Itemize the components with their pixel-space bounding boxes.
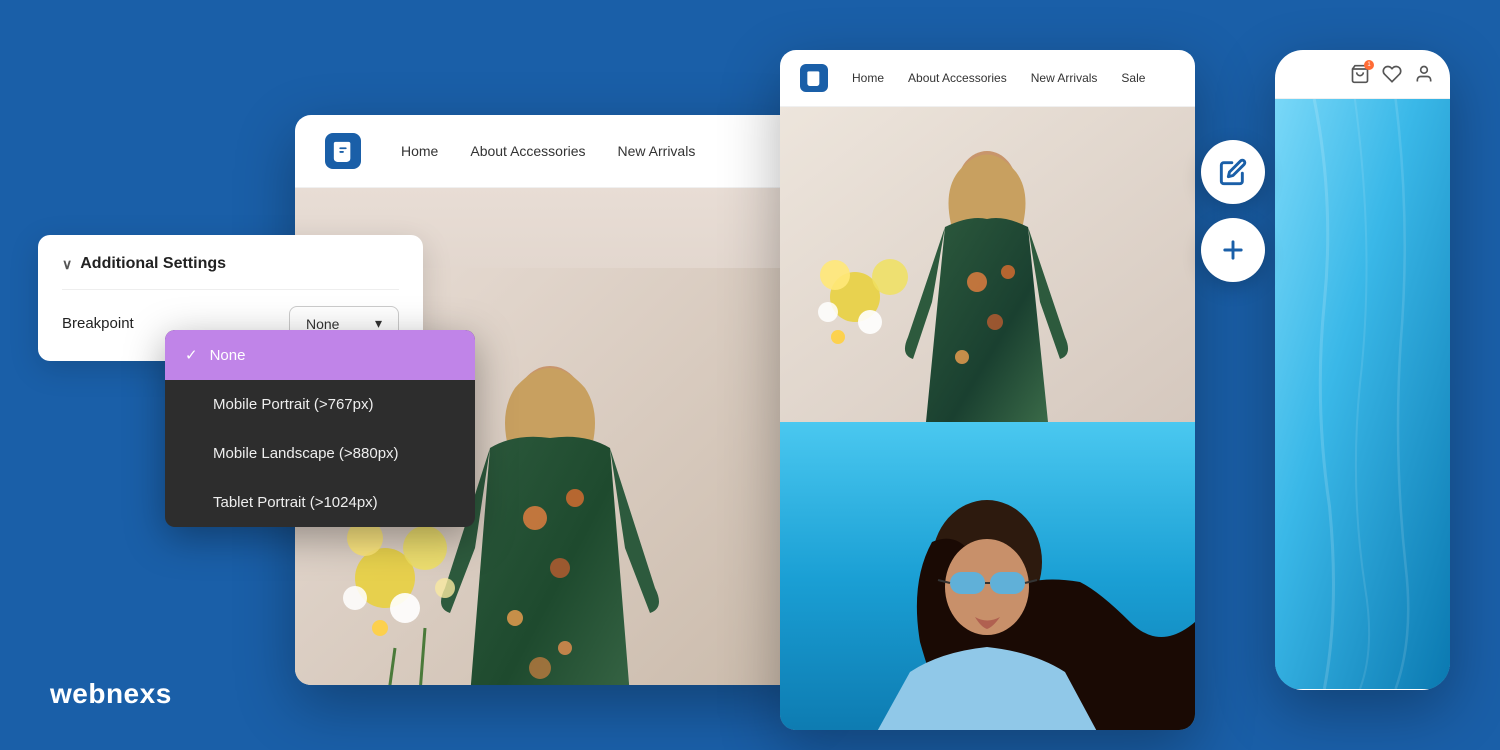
option-mobile-landscape-label: Mobile Landscape (>880px): [213, 445, 399, 462]
option-none-label: None: [210, 347, 246, 364]
dropdown-option-mobile-portrait[interactable]: Mobile Portrait (>767px): [165, 380, 475, 429]
main-browser-nav: Home About Accessories New Arrivals: [295, 115, 805, 188]
nav-about[interactable]: About Accessories: [470, 143, 585, 159]
dropdown-option-tablet-portrait[interactable]: Tablet Portrait (>1024px): [165, 478, 475, 527]
option-tablet-portrait-label: Tablet Portrait (>1024px): [213, 494, 378, 511]
right-browser-content: [780, 107, 1195, 730]
phone-fabric: [1275, 99, 1450, 689]
phone-user-icon[interactable]: [1414, 64, 1434, 84]
right-nav-about[interactable]: About Accessories: [908, 71, 1007, 85]
top-fashion-image: [780, 107, 1195, 422]
option-mobile-portrait-label: Mobile Portrait (>767px): [213, 396, 374, 413]
dropdown-option-none[interactable]: ✓ None: [165, 330, 475, 380]
dropdown-option-mobile-landscape[interactable]: Mobile Landscape (>880px): [165, 429, 475, 478]
brand-logo: webnexs: [50, 678, 172, 710]
brand-name: webnexs: [50, 678, 172, 710]
right-nav-home[interactable]: Home: [852, 71, 884, 85]
phone-hero: [1275, 99, 1450, 689]
phone-nav: 1: [1275, 50, 1450, 99]
breakpoint-label: Breakpoint: [62, 315, 134, 332]
main-nav-links: Home About Accessories New Arrivals: [401, 143, 695, 159]
settings-title: Additional Settings: [80, 255, 226, 273]
check-icon: ✓: [185, 346, 198, 364]
add-fab-button[interactable]: [1201, 218, 1265, 282]
right-browser-mockup: Home About Accessories New Arrivals Sale: [780, 50, 1195, 730]
phone-bag-icon[interactable]: 1: [1350, 64, 1370, 84]
right-nav-sale[interactable]: Sale: [1121, 71, 1145, 85]
right-browser-logo: [800, 64, 828, 92]
phone-mockup: 1: [1275, 50, 1450, 690]
nav-new-arrivals[interactable]: New Arrivals: [618, 143, 696, 159]
edit-fab-button[interactable]: [1201, 140, 1265, 204]
settings-header: ∨ Additional Settings: [62, 255, 399, 290]
fab-container: [1201, 140, 1265, 282]
chevron-icon: ∨: [62, 256, 72, 273]
bag-badge: 1: [1364, 60, 1374, 70]
right-nav-new-arrivals[interactable]: New Arrivals: [1031, 71, 1098, 85]
bottom-fashion-image: [780, 422, 1195, 730]
nav-home[interactable]: Home: [401, 143, 438, 159]
breakpoint-dropdown-menu: ✓ None Mobile Portrait (>767px) Mobile L…: [165, 330, 475, 527]
main-browser-logo: [325, 133, 361, 169]
phone-heart-icon[interactable]: [1382, 64, 1402, 84]
right-browser-nav: Home About Accessories New Arrivals Sale: [780, 50, 1195, 107]
